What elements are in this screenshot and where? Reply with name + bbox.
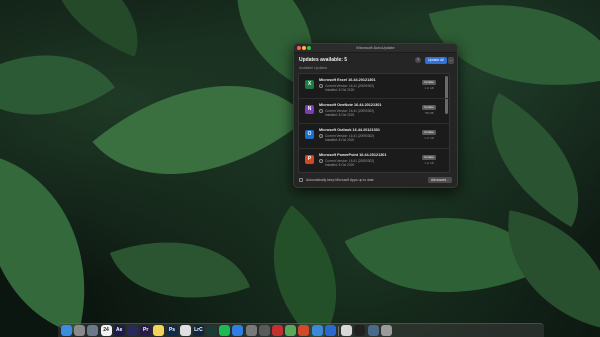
title-bar[interactable]: Microsoft AutoUpdate xyxy=(294,44,457,53)
update-row-powerpoint: P Microsoft PowerPoint 16.44.20121301 Cu… xyxy=(299,149,449,174)
app-name: Microsoft Outlook 16.44.20121301 xyxy=(319,128,380,132)
photoshop-icon[interactable]: Ps xyxy=(166,325,178,336)
onenote-icon: N xyxy=(305,105,314,114)
update-size: 1.11 GB xyxy=(424,161,434,165)
media-encoder-icon[interactable] xyxy=(126,325,138,336)
status-icon xyxy=(319,158,323,163)
spotify-icon[interactable] xyxy=(219,325,231,336)
advanced-button[interactable]: Advanced... xyxy=(428,177,452,183)
more-options-icon[interactable]: ... xyxy=(448,57,454,64)
launchpad-icon[interactable] xyxy=(74,325,86,336)
terminal-icon[interactable] xyxy=(354,325,366,336)
notes-icon[interactable] xyxy=(153,325,165,336)
auto-update-checkbox[interactable] xyxy=(299,178,303,182)
dock: 24 Ae Pr Ps LrC xyxy=(58,323,544,337)
status-icon xyxy=(319,133,323,138)
installed-date: Installed: 8 Oct 2020 xyxy=(325,112,355,117)
dock-separator xyxy=(337,325,339,336)
calendar-icon[interactable]: 24 xyxy=(100,325,112,336)
pdf-icon[interactable] xyxy=(272,325,283,336)
downloads-icon[interactable] xyxy=(367,325,379,336)
outlook-icon: O xyxy=(305,130,314,139)
update-size: 1.17 GB xyxy=(424,136,434,140)
window-footer: Automatically keep Microsoft Apps up to … xyxy=(299,176,453,184)
installed-date: Installed: 8 Oct 2020 xyxy=(325,162,355,167)
premiere-icon[interactable]: Pr xyxy=(140,325,152,336)
maps-icon[interactable] xyxy=(285,325,297,336)
trash-icon[interactable] xyxy=(380,325,392,336)
audition-icon[interactable] xyxy=(206,325,218,336)
update-excel-button[interactable]: Update xyxy=(422,80,436,85)
app-store-icon[interactable] xyxy=(232,325,244,336)
help-icon[interactable]: ? xyxy=(415,57,421,63)
app-name: Microsoft OneNote 16.44.20121301 xyxy=(319,103,382,107)
auto-update-label[interactable]: Automatically keep Microsoft Apps up to … xyxy=(306,178,374,182)
chrome-icon[interactable] xyxy=(179,325,191,336)
installed-date: Installed: 8 Oct 2020 xyxy=(325,87,355,92)
update-row-outlook: O Microsoft Outlook 16.44.20121301 Curre… xyxy=(299,124,449,149)
status-icon xyxy=(319,108,323,113)
update-all-button[interactable]: Update All xyxy=(425,57,447,64)
after-effects-icon[interactable]: Ae xyxy=(113,325,125,336)
window-title: Microsoft AutoUpdate xyxy=(356,45,395,50)
files-icon[interactable] xyxy=(87,325,99,336)
autoupdate-window: Microsoft AutoUpdate Updates available: … xyxy=(293,43,458,188)
settings-icon[interactable] xyxy=(258,325,270,336)
system-preferences-icon[interactable] xyxy=(245,325,257,336)
updates-list: X Microsoft Excel 16.44.20121301 Current… xyxy=(298,73,450,173)
finder-icon[interactable] xyxy=(61,325,72,336)
update-size: 758 MB xyxy=(424,111,434,115)
app-name: Microsoft Excel 16.44.20121301 xyxy=(319,78,376,82)
update-powerpoint-button[interactable]: Update xyxy=(422,155,436,160)
preview-icon[interactable] xyxy=(341,325,353,336)
update-row-onenote: N Microsoft OneNote 16.44.20121301 Curre… xyxy=(299,99,449,124)
status-icon xyxy=(319,83,323,88)
app-name: Microsoft PowerPoint 16.44.20121301 xyxy=(319,153,387,157)
update-row-excel: X Microsoft Excel 16.44.20121301 Current… xyxy=(299,74,449,99)
update-onenote-button[interactable]: Update xyxy=(422,105,436,110)
available-updates-label: Available Updates xyxy=(299,66,328,70)
excel-icon: X xyxy=(305,80,314,89)
updates-header: Updates available: 5 Available Updates ?… xyxy=(294,53,457,73)
lightroom-classic-icon[interactable]: LrC xyxy=(192,325,204,336)
update-size: 1.11 GB xyxy=(424,86,434,90)
safari-icon[interactable] xyxy=(311,325,323,336)
update-outlook-button[interactable]: Update xyxy=(422,130,436,135)
autoupdate-icon[interactable] xyxy=(324,325,336,336)
installed-date: Installed: 8 Oct 2020 xyxy=(325,137,355,142)
office-icon[interactable] xyxy=(298,325,310,336)
powerpoint-icon: P xyxy=(305,155,314,164)
